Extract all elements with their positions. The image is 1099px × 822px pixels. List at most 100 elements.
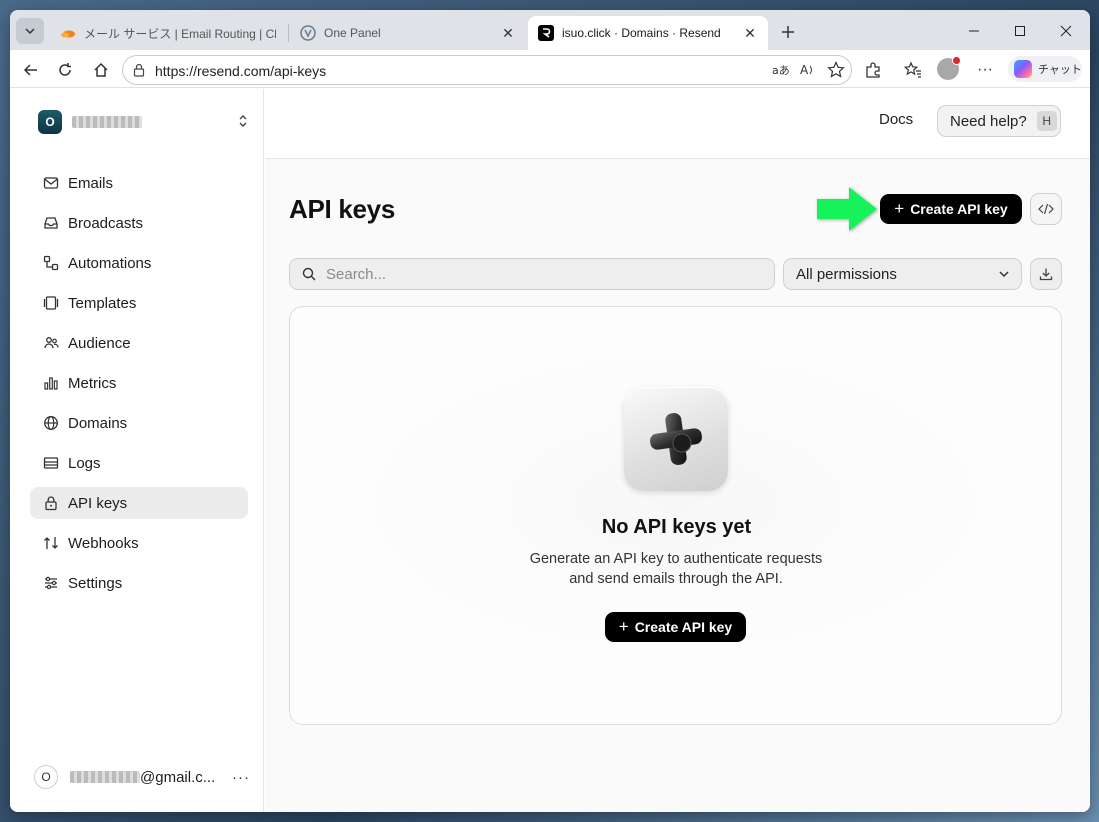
maximize-icon <box>1015 26 1025 36</box>
keyboard-shortcut: H <box>1036 111 1057 131</box>
extensions-button[interactable] <box>860 57 886 83</box>
refresh-icon <box>59 63 71 76</box>
sidebar-item-label: Templates <box>68 294 137 312</box>
sidebar-item-templates[interactable]: Templates <box>30 287 248 319</box>
favorites-icon <box>904 61 921 78</box>
browser-window: メール サービス | Email Routing | Clou One Pane… <box>10 10 1090 812</box>
address-bar[interactable]: https://resend.com/api-keys aあ A <box>122 55 852 85</box>
sidebar-item-settings[interactable]: Settings <box>30 567 248 599</box>
team-switcher[interactable]: O <box>38 109 248 135</box>
api-key-illustration-icon <box>624 387 728 491</box>
top-bar: Docs Need help? H <box>265 89 1090 159</box>
sidebar-nav: Emails Broadcasts Automations Templates … <box>30 167 248 607</box>
sidebar-item-domains[interactable]: Domains <box>30 407 248 439</box>
sidebar-item-audience[interactable]: Audience <box>30 327 248 359</box>
users-icon <box>42 334 60 352</box>
more-dots-icon: ··· <box>977 61 993 78</box>
copilot-chat-button[interactable]: チャット <box>1008 56 1082 82</box>
more-menu-button[interactable]: ··· <box>972 57 998 83</box>
code-icon <box>1038 203 1054 215</box>
back-button[interactable] <box>18 57 44 83</box>
sidebar-item-automations[interactable]: Automations <box>30 247 248 279</box>
close-icon[interactable]: ✕ <box>742 25 758 41</box>
permissions-filter-value: All permissions <box>796 265 897 283</box>
home-button[interactable] <box>88 57 114 83</box>
sidebar-item-logs[interactable]: Logs <box>30 447 248 479</box>
plus-icon: + <box>618 617 629 636</box>
tab-one-panel[interactable]: One Panel ✕ <box>290 16 526 50</box>
close-icon <box>1060 25 1072 37</box>
user-email: @gmail.c... <box>140 768 216 786</box>
sidebar: O Emails Broadcasts Automations Template… <box>10 89 264 812</box>
resend-logo-icon <box>538 25 554 41</box>
minimize-button[interactable] <box>954 18 994 44</box>
user-avatar: O <box>34 765 58 789</box>
globe-icon <box>42 414 60 432</box>
settings-icon <box>42 574 60 592</box>
sidebar-item-label: Domains <box>68 414 128 432</box>
sidebar-item-metrics[interactable]: Metrics <box>30 367 248 399</box>
tab-title: メール サービス | Email Routing | Clou <box>84 26 276 41</box>
main-content: Docs Need help? H API keys + Create API … <box>265 89 1090 812</box>
sidebar-item-api-keys[interactable]: API keys <box>30 487 248 519</box>
sidebar-item-label: Emails <box>68 174 114 192</box>
close-icon[interactable]: ✕ <box>500 25 516 41</box>
create-api-key-button[interactable]: + Create API key <box>880 194 1022 224</box>
lock-icon <box>42 494 60 512</box>
sidebar-item-label: Automations <box>68 254 152 272</box>
sidebar-item-label: API keys <box>68 494 128 512</box>
tab-actions-menu-button[interactable] <box>16 18 44 44</box>
svg-text:aあ: aあ <box>772 64 789 77</box>
cloudflare-icon <box>60 25 76 41</box>
close-window-button[interactable] <box>1046 18 1086 44</box>
need-help-label: Need help? <box>950 112 1027 130</box>
view-code-button[interactable] <box>1030 193 1062 225</box>
sidebar-item-webhooks[interactable]: Webhooks <box>30 527 248 559</box>
tab-resend[interactable]: isuo.click · Domains · Resend ✕ <box>528 16 768 50</box>
sidebar-item-broadcasts[interactable]: Broadcasts <box>30 207 248 239</box>
chevron-down-icon <box>999 271 1009 278</box>
export-button[interactable] <box>1030 258 1062 290</box>
plus-icon <box>782 26 794 38</box>
plus-icon: + <box>894 199 905 218</box>
read-aloud-icon[interactable]: A <box>799 61 817 84</box>
sidebar-item-label: Broadcasts <box>68 214 144 232</box>
browser-toolbar: https://resend.com/api-keys aあ A ··· チャッ… <box>10 50 1090 88</box>
tab-strip: メール サービス | Email Routing | Clou One Pane… <box>10 10 1090 50</box>
chevron-down-icon <box>25 28 35 35</box>
team-avatar: O <box>38 110 62 134</box>
favorites-button[interactable] <box>900 57 926 83</box>
star-icon[interactable] <box>827 61 845 84</box>
refresh-button[interactable] <box>52 57 78 83</box>
sidebar-item-label: Audience <box>68 334 131 352</box>
profile-avatar[interactable] <box>937 56 961 80</box>
tab-separator <box>288 24 289 42</box>
more-dots-icon[interactable]: ··· <box>232 769 250 786</box>
page: O Emails Broadcasts Automations Template… <box>10 89 1090 812</box>
search-input[interactable] <box>326 265 756 283</box>
arrow-left-icon <box>23 64 37 76</box>
empty-state-title: No API keys yet <box>601 516 752 538</box>
one-panel-icon <box>300 25 316 41</box>
sidebar-item-emails[interactable]: Emails <box>30 167 248 199</box>
user-email-redacted <box>70 771 140 783</box>
minimize-icon <box>969 30 979 32</box>
new-tab-button[interactable] <box>776 20 800 44</box>
tab-title: isuo.click · Domains · Resend <box>562 26 721 40</box>
maximize-button[interactable] <box>1000 18 1040 44</box>
chevron-up-down-icon <box>238 114 248 131</box>
permissions-filter-select[interactable]: All permissions <box>783 258 1022 290</box>
bar-chart-icon <box>42 374 60 392</box>
tab-email-routing[interactable]: メール サービス | Email Routing | Clou <box>50 16 286 50</box>
empty-state-description: Generate an API key to authenticate requ… <box>529 551 823 587</box>
logs-icon <box>42 454 60 472</box>
create-api-key-label: Create API key <box>910 201 1008 217</box>
sidebar-item-label: Settings <box>68 574 123 592</box>
create-api-key-label: Create API key <box>634 619 733 635</box>
search-box[interactable] <box>289 258 775 290</box>
docs-link[interactable]: Docs <box>879 111 913 128</box>
need-help-button[interactable]: Need help? H <box>937 105 1061 137</box>
user-account-row[interactable]: O @gmail.c... ··· <box>34 765 250 789</box>
create-api-key-empty-button[interactable]: + Create API key <box>605 612 746 642</box>
translate-icon[interactable]: aあ <box>771 61 790 84</box>
